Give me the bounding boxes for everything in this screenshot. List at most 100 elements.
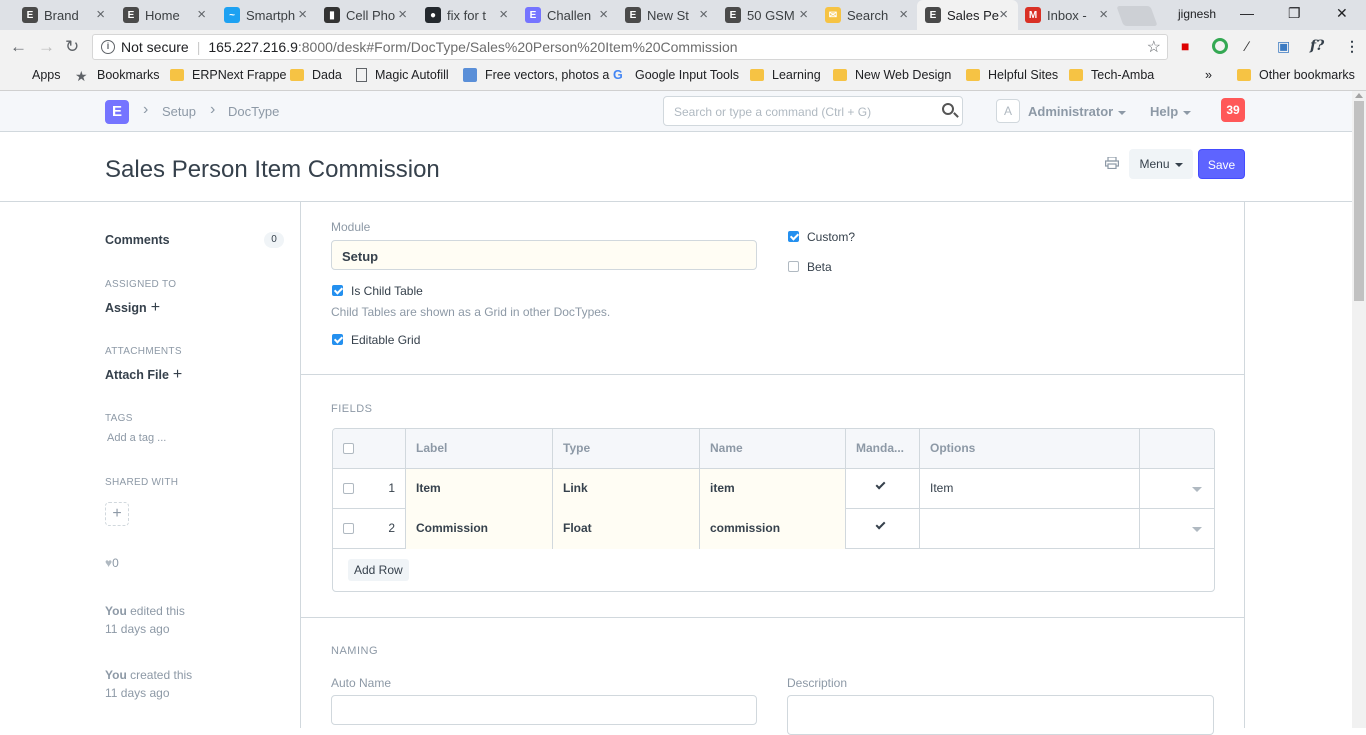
- browser-tab[interactable]: E Challen ×: [517, 0, 618, 30]
- bookmarks-overflow-button[interactable]: »: [1205, 68, 1212, 82]
- user-menu[interactable]: Administrator: [1028, 104, 1127, 119]
- browser-tab[interactable]: ● fix for t ×: [417, 0, 518, 30]
- add-tag-input[interactable]: Add a tag ...: [107, 432, 166, 444]
- editable-grid-checkbox[interactable]: [332, 334, 343, 345]
- user-avatar[interactable]: A: [996, 99, 1020, 123]
- bookmark-item[interactable]: Free vectors, photos a: [463, 68, 609, 82]
- tab-close-icon[interactable]: ×: [298, 6, 307, 23]
- app-logo[interactable]: E: [105, 100, 129, 124]
- bookmark-item[interactable]: ERPNext Frappe: [170, 68, 286, 82]
- browser-tab[interactable]: E New St ×: [617, 0, 718, 30]
- scrollbar-thumb[interactable]: [1354, 101, 1364, 301]
- page-scrollbar[interactable]: [1352, 91, 1366, 728]
- breadcrumb-doctype[interactable]: DocType: [228, 104, 279, 119]
- bookmark-item[interactable]: G Google Input Tools: [613, 68, 739, 82]
- browser-tab[interactable]: ▮ Cell Pho ×: [316, 0, 417, 30]
- tab-close-icon[interactable]: ×: [599, 6, 608, 23]
- breadcrumb-setup[interactable]: Setup: [162, 104, 196, 119]
- browser-tab[interactable]: E 50 GSM ×: [717, 0, 818, 30]
- auto-name-input[interactable]: [331, 695, 757, 725]
- table-row[interactable]: 2 Commission Float commission: [333, 509, 1214, 549]
- url-bar[interactable]: i Not secure | 165.227.216.9:8000/desk#F…: [92, 34, 1168, 60]
- help-menu[interactable]: Help: [1150, 104, 1192, 119]
- back-icon[interactable]: ←: [10, 37, 27, 57]
- row-name[interactable]: item: [700, 469, 846, 509]
- attach-file-button[interactable]: Attach File +: [105, 366, 182, 384]
- tab-close-icon[interactable]: ×: [699, 6, 708, 23]
- extension-function-icon[interactable]: f?: [1310, 38, 1324, 54]
- new-tab-button[interactable]: [1116, 6, 1158, 26]
- forward-icon[interactable]: →: [38, 37, 55, 57]
- scroll-up-icon[interactable]: [1355, 93, 1363, 98]
- browser-menu-icon[interactable]: ⋮: [1345, 38, 1359, 55]
- menu-button[interactable]: Menu: [1129, 149, 1193, 179]
- browser-tab[interactable]: E Brand ×: [14, 0, 115, 30]
- row-label[interactable]: Item: [406, 469, 553, 509]
- browser-tab[interactable]: ~ Smartph ×: [216, 0, 317, 30]
- bookmark-item[interactable]: New Web Design: [833, 68, 951, 82]
- row-edit[interactable]: [1140, 469, 1214, 509]
- minimize-icon[interactable]: —: [1240, 5, 1254, 21]
- tab-close-icon[interactable]: ×: [398, 6, 407, 23]
- bookmark-item[interactable]: Apps: [10, 68, 61, 82]
- row-type[interactable]: Float: [553, 509, 700, 549]
- browser-tab[interactable]: M Inbox - ×: [1017, 0, 1118, 30]
- reload-icon[interactable]: ↻: [65, 37, 79, 57]
- bookmark-item[interactable]: ★ Bookmarks: [75, 68, 160, 84]
- add-share-button[interactable]: +: [105, 502, 129, 526]
- bookmark-item[interactable]: Dada: [290, 68, 342, 82]
- comments-link[interactable]: Comments: [105, 233, 170, 247]
- print-icon[interactable]: [1105, 157, 1119, 169]
- browser-tab[interactable]: E Sales Pe ×: [917, 0, 1018, 30]
- tab-close-icon[interactable]: ×: [799, 6, 808, 23]
- row-label[interactable]: Commission: [406, 509, 553, 549]
- bookmark-item[interactable]: Magic Autofill: [356, 68, 449, 82]
- extension-bug-icon[interactable]: ■: [1181, 38, 1189, 54]
- row-name[interactable]: commission: [700, 509, 846, 549]
- like-button[interactable]: ♥0: [105, 556, 119, 570]
- tab-close-icon[interactable]: ×: [499, 6, 508, 23]
- extension-colorpicker-icon[interactable]: ∕: [1246, 38, 1248, 54]
- row-mandatory[interactable]: [846, 509, 920, 549]
- close-window-icon[interactable]: ✕: [1336, 5, 1348, 22]
- extension-chrome-icon[interactable]: [1212, 38, 1228, 54]
- browser-tab[interactable]: ✉ Search ×: [817, 0, 918, 30]
- tab-close-icon[interactable]: ×: [197, 6, 206, 23]
- extension-image-icon[interactable]: ▣: [1277, 38, 1290, 55]
- browser-tab[interactable]: E Home ×: [115, 0, 216, 30]
- custom-checkbox[interactable]: [788, 231, 799, 242]
- restore-icon[interactable]: ❐: [1288, 5, 1301, 22]
- add-row-button[interactable]: Add Row: [348, 559, 409, 581]
- tab-close-icon[interactable]: ×: [999, 6, 1008, 23]
- row-type[interactable]: Link: [553, 469, 700, 509]
- bookmark-item[interactable]: Helpful Sites: [966, 68, 1058, 82]
- description-input[interactable]: [787, 695, 1214, 735]
- notification-badge[interactable]: 39: [1221, 98, 1245, 122]
- tab-close-icon[interactable]: ×: [96, 6, 105, 23]
- tab-title: fix for t: [447, 7, 487, 23]
- row-edit[interactable]: [1140, 509, 1214, 549]
- expand-row-icon[interactable]: [1192, 487, 1202, 492]
- table-row[interactable]: 1 Item Link item Item: [333, 469, 1214, 509]
- row-options[interactable]: [920, 509, 1140, 549]
- beta-checkbox[interactable]: [788, 261, 799, 272]
- awesomebar-search[interactable]: Search or type a command (Ctrl + G): [663, 96, 963, 126]
- bookmark-star-icon[interactable]: ☆: [1147, 37, 1161, 57]
- row-checkbox[interactable]: [343, 523, 354, 534]
- bookmark-item[interactable]: Learning: [750, 68, 821, 82]
- row-mandatory[interactable]: [846, 469, 920, 509]
- module-input[interactable]: Setup: [331, 240, 757, 270]
- other-bookmarks[interactable]: Other bookmarks: [1237, 68, 1355, 82]
- info-icon[interactable]: i: [101, 40, 115, 54]
- bookmark-item[interactable]: Tech-Amba: [1069, 68, 1154, 82]
- assign-button[interactable]: Assign +: [105, 299, 160, 317]
- row-checkbox[interactable]: [343, 483, 354, 494]
- save-button[interactable]: Save: [1198, 149, 1245, 179]
- expand-row-icon[interactable]: [1192, 527, 1202, 532]
- tab-close-icon[interactable]: ×: [899, 6, 908, 23]
- row-options[interactable]: Item: [920, 469, 1140, 509]
- select-all-checkbox[interactable]: [343, 443, 354, 454]
- tab-close-icon[interactable]: ×: [1099, 6, 1108, 23]
- browser-profile-name[interactable]: jignesh: [1178, 7, 1216, 21]
- is-child-table-checkbox[interactable]: [332, 285, 343, 296]
